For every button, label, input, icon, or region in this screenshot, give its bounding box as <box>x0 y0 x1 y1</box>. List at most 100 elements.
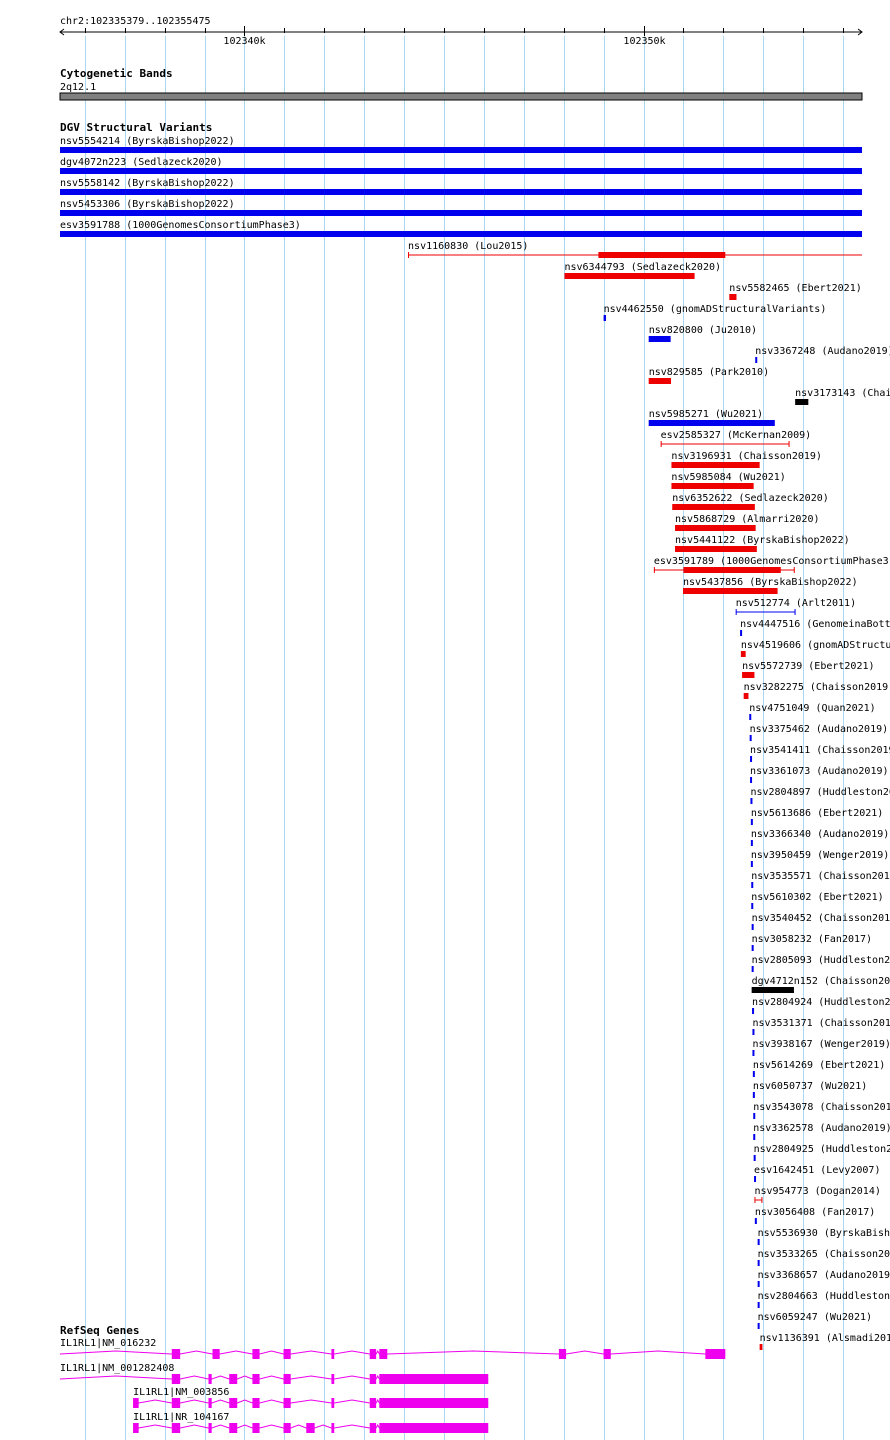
dgv-variant-bar <box>757 1239 760 1245</box>
dgv-variant[interactable]: esv2585327 (McKernan2009) <box>660 430 812 447</box>
dgv-variant[interactable]: nsv3531371 (Chaisson2019) <box>752 1018 890 1035</box>
dgv-variant-label: nsv3361073 (Audano2019) <box>750 766 888 777</box>
refseq-gene[interactable]: IL1RL1|NR_104167 <box>133 1412 489 1433</box>
dgv-variant[interactable]: esv3591789 (1000GenomesConsortiumPhase3) <box>653 556 890 573</box>
refseq-exon <box>229 1423 238 1433</box>
dgv-variant[interactable]: nsv3196931 (Chaisson2019) <box>671 451 822 468</box>
dgv-variant[interactable]: nsv5614269 (Ebert2021) <box>752 1060 885 1077</box>
dgv-variant-bar <box>564 273 695 279</box>
dgv-variant[interactable]: nsv3056408 (Fan2017) <box>754 1207 875 1224</box>
dgv-variant[interactable]: esv1642451 (Levy2007) <box>754 1165 880 1182</box>
dgv-variant[interactable]: nsv3367248 (Audano2019) <box>755 346 890 363</box>
dgv-variant[interactable]: nsv5610302 (Ebert2021) <box>751 892 884 909</box>
dgv-variant[interactable]: nsv5441122 (ByrskaBishop2022) <box>675 535 850 552</box>
dgv-variant[interactable]: nsv5985084 (Wu2021) <box>671 472 786 489</box>
refseq-exon <box>229 1374 238 1384</box>
dgv-variant-label: nsv5613686 (Ebert2021) <box>751 808 883 819</box>
dgv-variant[interactable]: nsv2804925 (Huddleston2017) <box>753 1144 890 1161</box>
dgv-variant-bar <box>740 651 746 657</box>
dgv-variant[interactable]: nsv5558142 (ByrskaBishop2022) <box>60 178 862 195</box>
dgv-variant[interactable]: nsv5985271 (Wu2021) <box>648 409 775 426</box>
cytoband-track[interactable]: Cytogenetic Bands 2q12.1 <box>59 67 863 101</box>
dgv-variant[interactable]: nsv3540452 (Chaisson2019) <box>751 913 890 930</box>
cytoband-label: 2q12.1 <box>60 82 96 93</box>
dgv-variant[interactable]: nsv5453306 (ByrskaBishop2022) <box>60 199 862 216</box>
refseq-gene[interactable]: IL1RL1|NM_001282408 <box>59 1363 489 1384</box>
dgv-variant-bar <box>795 399 809 405</box>
dgv-variant[interactable]: nsv3375462 (Audano2019) <box>749 724 888 741</box>
refseq-gene[interactable]: IL1RL1|NM_003856 <box>133 1387 489 1408</box>
dgv-variant-bar <box>648 378 672 384</box>
dgv-variant[interactable]: nsv5572739 (Ebert2021) <box>742 661 875 678</box>
refseq-exon <box>331 1423 335 1433</box>
dgv-variant[interactable]: nsv5554214 (ByrskaBishop2022) <box>60 136 862 153</box>
dgv-variant[interactable]: nsv3368657 (Audano2019) <box>757 1270 890 1287</box>
dgv-variant[interactable]: nsv3543078 (Chaisson2019) <box>753 1102 890 1119</box>
dgv-variant[interactable]: nsv6059247 (Wu2021) <box>757 1312 872 1329</box>
dgv-variant-label: esv1642451 (Levy2007) <box>754 1165 880 1176</box>
dgv-variant[interactable]: nsv3173143 (Chaisson2019) <box>795 388 890 405</box>
dgv-variant[interactable]: nsv2805093 (Huddleston2017) <box>751 955 890 972</box>
dgv-variant-label: nsv3282275 (Chaisson2019) <box>744 682 890 693</box>
dgv-variant[interactable]: nsv512774 (Arlt2011) <box>735 598 856 615</box>
refseq-exon <box>369 1374 377 1384</box>
dgv-variant[interactable]: nsv5613686 (Ebert2021) <box>750 808 883 825</box>
dgv-variant[interactable]: nsv3366340 (Audano2019) <box>750 829 889 846</box>
dgv-variant[interactable]: dgv4072n223 (Sedlazeck2020) <box>60 157 862 174</box>
dgv-variant-bar <box>729 294 737 300</box>
dgv-track[interactable]: DGV Structural Variants nsv5554214 (Byrs… <box>60 121 890 1350</box>
dgv-variant-label: nsv3368657 (Audano2019) <box>758 1270 890 1281</box>
dgv-variant-bar <box>749 735 752 741</box>
dgv-variant[interactable]: nsv2804924 (Huddleston2017) <box>752 997 890 1014</box>
dgv-variant[interactable]: nsv3362578 (Audano2019) <box>753 1123 890 1140</box>
dgv-variant[interactable]: nsv3282275 (Chaisson2019) <box>743 682 890 699</box>
dgv-variant-label: nsv3950459 (Wenger2019) <box>751 850 889 861</box>
dgv-features[interactable]: nsv5554214 (ByrskaBishop2022) dgv4072n223… <box>60 136 890 1350</box>
dgv-variant-label: nsv2804924 (Huddleston2017) <box>752 997 890 1008</box>
dgv-variant[interactable]: nsv4751049 (Quan2021) <box>749 703 876 720</box>
dgv-variant[interactable]: nsv4447516 (GenomeinaBottle) <box>740 619 890 636</box>
dgv-variant[interactable]: nsv820800 (Ju2010) <box>648 325 757 342</box>
dgv-variant-bar <box>683 567 781 573</box>
dgv-variant-label: nsv5610302 (Ebert2021) <box>751 892 883 903</box>
dgv-variant-bar <box>754 1218 757 1224</box>
dgv-variant-label: dgv4712n152 (Chaisson2019) <box>752 976 890 987</box>
dgv-variant[interactable]: nsv3361073 (Audano2019) <box>750 766 889 783</box>
dgv-variant[interactable]: nsv2804897 (Huddleston2017) <box>750 787 890 804</box>
dgv-variant[interactable]: nsv6352622 (Sedlazeck2020) <box>672 493 829 510</box>
dgv-variant[interactable]: nsv6050737 (Wu2021) <box>752 1081 867 1098</box>
dgv-variant-bar <box>743 693 749 699</box>
dgv-variant[interactable]: nsv3541411 (Chaisson2019) <box>750 745 890 762</box>
dgv-variant[interactable]: dgv4712n152 (Chaisson2019) <box>751 976 890 993</box>
dgv-variant[interactable]: nsv2804663 (Huddleston2017) <box>757 1291 890 1308</box>
dgv-variant-bar <box>757 1302 760 1308</box>
refseq-exon <box>252 1349 260 1359</box>
dgv-variant[interactable]: nsv6344793 (Sedlazeck2020) <box>564 262 721 279</box>
ruler-ticks: 102340k 102350k <box>59 26 863 47</box>
cytoband-bar[interactable] <box>59 92 863 101</box>
refseq-exon <box>283 1349 291 1359</box>
dgv-variant[interactable]: nsv954773 (Dogan2014) <box>754 1186 881 1203</box>
dgv-variant[interactable]: nsv3535571 (Chaisson2019) <box>751 871 890 888</box>
dgv-variant[interactable]: nsv1160830 (Lou2015) <box>408 241 862 258</box>
dgv-variant-label: nsv4462550 (gnomADStructuralVariants) <box>604 304 827 315</box>
dgv-variant[interactable]: nsv5437856 (ByrskaBishop2022) <box>683 577 858 594</box>
dgv-variant[interactable]: nsv4462550 (gnomADStructuralVariants) <box>603 304 827 321</box>
refseq-gene[interactable]: IL1RL1|NM_016232 <box>59 1338 726 1359</box>
dgv-variant-label: esv3591788 (1000GenomesConsortiumPhase3) <box>60 220 301 231</box>
dgv-variant[interactable]: nsv5582465 (Ebert2021) <box>729 283 862 300</box>
dgv-variant[interactable]: nsv3950459 (Wenger2019) <box>750 850 889 867</box>
refseq-features[interactable]: IL1RL1|NM_016232 IL1RL1|NM_001282408 IL1RL… <box>59 1338 726 1433</box>
refseq-track-title: RefSeq Genes <box>60 1324 139 1337</box>
dgv-variant[interactable]: nsv3533265 (Chaisson2019) <box>757 1249 890 1266</box>
dgv-variant[interactable]: nsv829585 (Park2010) <box>648 367 769 384</box>
refseq-track[interactable]: RefSeq Genes IL1RL1|NM_016232IL1RL1|NM_0… <box>59 1324 726 1433</box>
dgv-variant[interactable]: nsv1136391 (Alsmadi2014) <box>759 1333 890 1350</box>
dgv-variant-label: nsv5558142 (ByrskaBishop2022) <box>60 178 235 189</box>
dgv-variant[interactable]: esv3591788 (1000GenomesConsortiumPhase3) <box>60 220 862 237</box>
dgv-variant[interactable]: nsv5536930 (ByrskaBishop2022) <box>757 1228 890 1245</box>
dgv-variant[interactable]: nsv3058232 (Fan2017) <box>751 934 872 951</box>
dgv-variant-label: nsv5441122 (ByrskaBishop2022) <box>675 535 850 546</box>
dgv-variant[interactable]: nsv5868729 (Almarri2020) <box>675 514 820 531</box>
dgv-variant[interactable]: nsv3938167 (Wenger2019) <box>752 1039 890 1056</box>
